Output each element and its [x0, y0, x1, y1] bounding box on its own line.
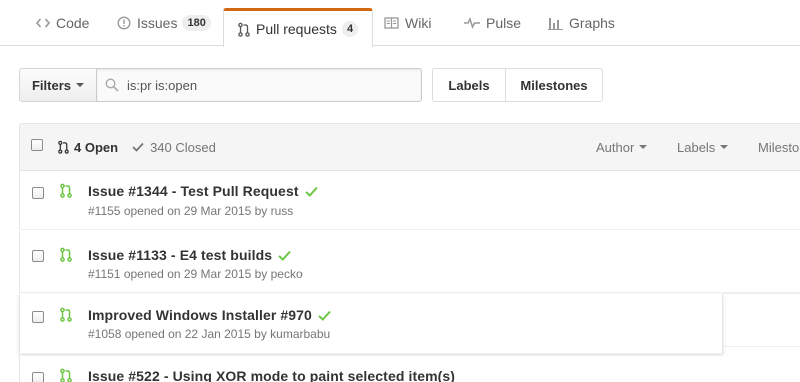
filters-label: Filters	[31, 77, 71, 93]
pull-request-row[interactable]: Improved Windows Installer #970 #1058 op…	[19, 294, 723, 354]
row-divider	[723, 293, 800, 294]
author-filter-dropdown[interactable]: Author	[596, 124, 648, 170]
tab-graphs[interactable]: Graphs	[548, 0, 615, 46]
pull-request-title-link[interactable]: Improved Windows Installer #970	[88, 307, 312, 323]
row-divider	[723, 346, 800, 347]
state-filter: 4 Open 340 Closed	[58, 124, 216, 170]
book-icon	[384, 17, 399, 29]
tab-pull-requests[interactable]: Pull requests 4	[223, 8, 374, 47]
milestones-button[interactable]: Milestones	[505, 68, 603, 102]
tab-issues-label: Issues	[137, 15, 178, 31]
pull-request-row[interactable]: Issue #1344 - Test Pull Request #1155 op…	[19, 171, 800, 230]
git-pull-request-open-icon	[60, 247, 72, 267]
caret-down-icon	[720, 145, 729, 149]
tab-code[interactable]: Code	[36, 0, 89, 46]
caret-down-icon	[639, 145, 648, 149]
tab-wiki[interactable]: Wiki	[384, 0, 431, 46]
labels-filter-label: Labels	[677, 139, 716, 155]
issue-opened-icon	[117, 16, 131, 30]
pull-request-title-link[interactable]: Issue #522 - Using XOR mode to paint sel…	[88, 368, 455, 382]
git-pull-request-open-icon	[60, 307, 72, 327]
row-checkbox[interactable]	[32, 311, 44, 323]
issues-table-header: 4 Open 340 Closed Author Labels Milesto	[19, 123, 800, 171]
milestones-filter-label: Milesto	[758, 139, 800, 155]
tab-issues[interactable]: Issues 180	[117, 0, 211, 46]
author-filter-label: Author	[596, 139, 635, 155]
labels-filter-dropdown[interactable]: Labels	[677, 124, 729, 170]
pull-request-row[interactable]: Issue #522 - Using XOR mode to paint sel…	[19, 356, 800, 382]
caret-down-icon	[76, 83, 84, 87]
tab-code-label: Code	[56, 15, 90, 31]
select-all-checkbox[interactable]	[31, 139, 43, 151]
tab-graphs-label: Graphs	[569, 15, 615, 31]
closed-count-label: 340 Closed	[150, 139, 216, 155]
git-pull-request-open-icon	[60, 183, 72, 203]
check-icon	[132, 142, 144, 152]
row-checkbox[interactable]	[32, 372, 44, 382]
pull-request-row[interactable]: Issue #1133 - E4 test builds #1151 opene…	[19, 231, 800, 293]
tab-pull-requests-label: Pull requests	[256, 21, 337, 37]
search-icon	[97, 78, 127, 92]
pull-requests-counter: 4	[341, 21, 359, 37]
filters-dropdown-button[interactable]: Filters	[19, 68, 97, 102]
milestones-filter-dropdown[interactable]: Milesto	[758, 124, 799, 170]
status-success-icon[interactable]	[318, 310, 331, 321]
pull-request-meta: #1151 opened on 29 Mar 2015 by pecko	[88, 267, 303, 281]
open-count-label: 4 Open	[74, 139, 119, 155]
tab-wiki-label: Wiki	[405, 15, 432, 31]
status-success-icon[interactable]	[278, 250, 291, 261]
labels-button[interactable]: Labels	[432, 68, 506, 102]
row-checkbox[interactable]	[32, 187, 44, 199]
tab-pulse[interactable]: Pulse	[464, 0, 521, 46]
pulse-icon	[464, 17, 480, 29]
search-field[interactable]	[96, 68, 422, 102]
pull-request-title-link[interactable]: Issue #1133 - E4 test builds	[88, 247, 272, 263]
row-checkbox[interactable]	[32, 250, 44, 262]
pull-request-meta: #1058 opened on 22 Jan 2015 by kumarbabu	[88, 327, 331, 341]
pull-request-title-link[interactable]: Issue #1344 - Test Pull Request	[88, 183, 299, 199]
graph-icon	[548, 17, 563, 30]
search-input[interactable]	[127, 77, 407, 93]
git-pull-request-open-icon	[60, 368, 72, 382]
code-icon	[36, 17, 50, 29]
git-pull-request-icon	[238, 22, 250, 37]
tab-pulse-label: Pulse	[486, 15, 522, 31]
repo-nav: Code Issues 180 Pull requests 4 Wiki Pul…	[0, 0, 800, 47]
open-filter-link[interactable]: 4 Open	[58, 140, 118, 155]
milestones-button-label: Milestones	[520, 77, 588, 93]
closed-filter-link[interactable]: 340 Closed	[132, 140, 216, 155]
pull-request-meta: #1155 opened on 29 Mar 2015 by russ	[88, 204, 294, 218]
issues-counter: 180	[182, 15, 211, 31]
git-pull-request-icon	[58, 140, 69, 154]
status-success-icon[interactable]	[304, 186, 318, 197]
labels-button-label: Labels	[448, 77, 490, 93]
